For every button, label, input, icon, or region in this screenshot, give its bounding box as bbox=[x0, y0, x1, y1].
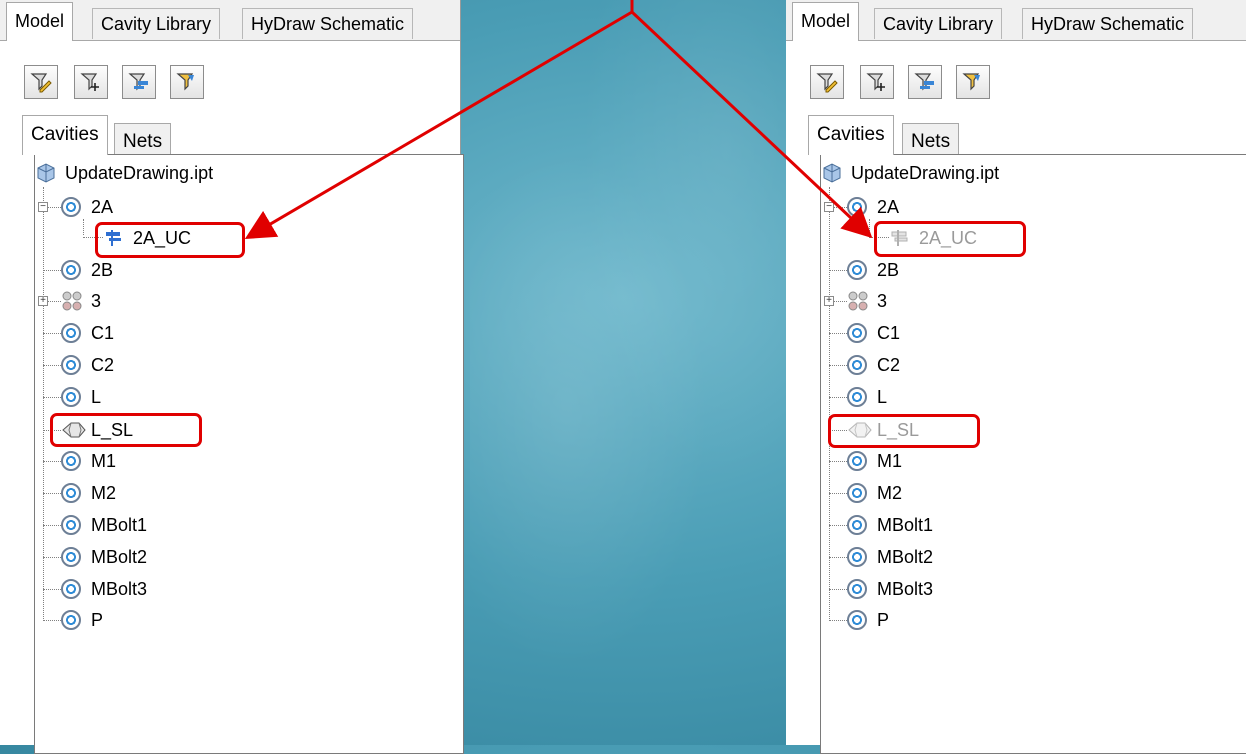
annotation-arrows bbox=[244, 0, 873, 240]
callout-arrow-left bbox=[244, 10, 633, 240]
subtab-cavities[interactable]: Cavities bbox=[808, 115, 894, 155]
tab-model[interactable]: Model bbox=[792, 2, 860, 41]
subtab-cavities[interactable]: Cavities bbox=[22, 115, 108, 155]
tab-model[interactable]: Model bbox=[6, 2, 74, 41]
